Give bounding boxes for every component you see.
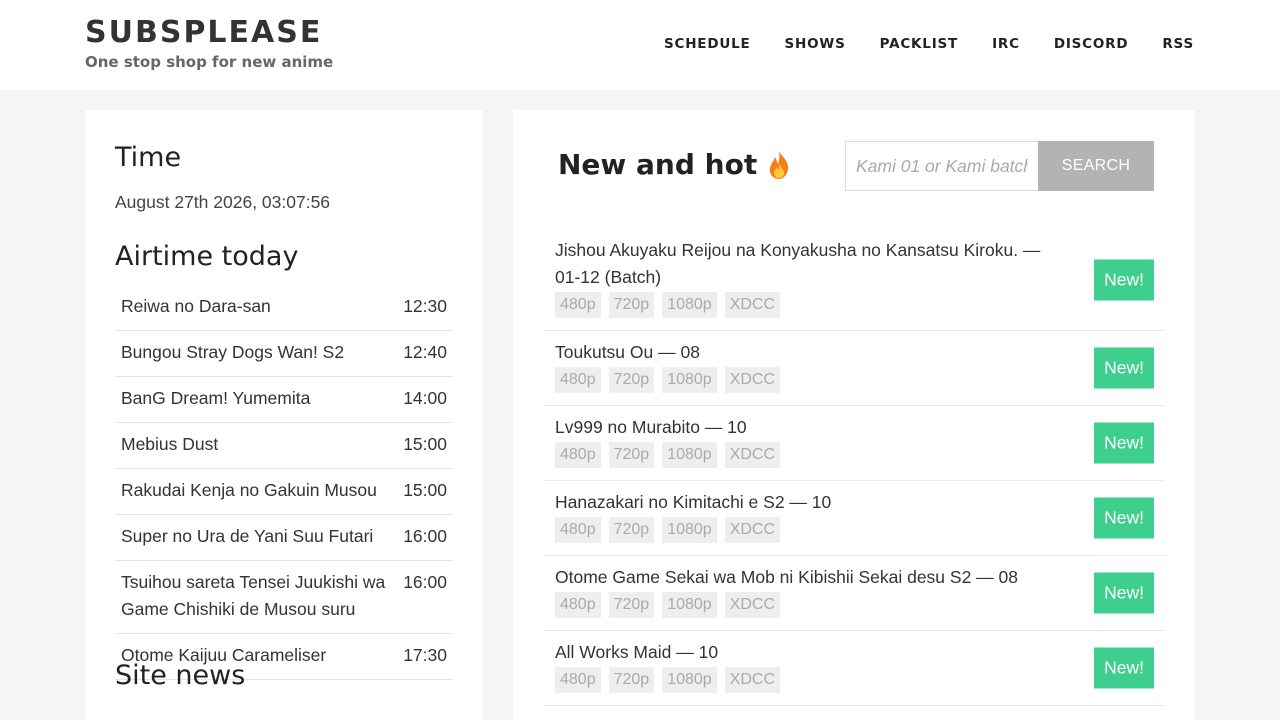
site-header: SUBSPLEASE One stop shop for new anime S… — [0, 0, 1280, 90]
airtime-time: 12:40 — [403, 342, 447, 362]
airtime-heading: Airtime today — [115, 241, 299, 272]
airtime-row[interactable]: BanG Dream! Yumemita 14:00 — [115, 377, 453, 423]
new-badge: New! — [1094, 259, 1154, 300]
release-title[interactable]: Jishou Akuyaku Reijou na Konyakusha no K… — [555, 237, 1055, 291]
quality-720p-link[interactable]: 720p — [608, 292, 655, 318]
nav-packlist[interactable]: PACKLIST — [880, 36, 958, 52]
site-news-heading: Site news — [115, 660, 246, 691]
nav-rss[interactable]: RSS — [1162, 36, 1194, 52]
release-item: Lv999 no Murabito — 10 480p 720p 1080p X… — [543, 406, 1165, 481]
fire-icon — [770, 150, 789, 179]
release-title[interactable]: Hanazakari no Kimitachi e S2 — 10 — [555, 489, 1055, 516]
airtime-row[interactable]: Bungou Stray Dogs Wan! S2 12:40 — [115, 331, 453, 377]
quality-1080p-link[interactable]: 1080p — [662, 292, 717, 318]
quality-480p-link[interactable]: 480p — [555, 592, 601, 618]
new-badge: New! — [1094, 497, 1154, 539]
quality-1080p-link[interactable]: 1080p — [662, 367, 717, 393]
new-and-hot-heading: New and hot — [558, 148, 793, 181]
search-input[interactable] — [845, 141, 1039, 191]
quality-links: 480p 720p 1080p XDCC — [555, 592, 1153, 618]
release-item: Toukutsu Ou — 08 480p 720p 1080p XDCC Ne… — [543, 331, 1165, 406]
nav-schedule[interactable]: SCHEDULE — [664, 36, 751, 52]
new-badge: New! — [1094, 422, 1154, 464]
airtime-time: 16:00 — [403, 526, 447, 546]
release-title[interactable]: All Works Maid — 10 — [555, 639, 1055, 666]
nav-shows[interactable]: SHOWS — [785, 36, 846, 52]
airtime-row[interactable]: Super no Ura de Yani Suu Futari 16:00 — [115, 515, 453, 561]
new-badge: New! — [1094, 347, 1154, 389]
quality-480p-link[interactable]: 480p — [555, 667, 601, 693]
site-title[interactable]: SUBSPLEASE — [85, 14, 333, 52]
xdcc-link[interactable]: XDCC — [724, 592, 781, 618]
airtime-list: Reiwa no Dara-san 12:30 Bungou Stray Dog… — [115, 285, 453, 680]
quality-480p-link[interactable]: 480p — [555, 292, 601, 318]
release-item: Otome Game Sekai wa Mob ni Kibishii Seka… — [543, 556, 1165, 631]
quality-links: 480p 720p 1080p XDCC — [555, 517, 1153, 543]
xdcc-link[interactable]: XDCC — [724, 292, 781, 318]
airtime-time: 16:00 — [403, 572, 447, 592]
search-button[interactable]: SEARCH — [1038, 141, 1154, 191]
release-title[interactable]: Otome Game Sekai wa Mob ni Kibishii Seka… — [555, 564, 1055, 591]
airtime-time: 15:00 — [403, 434, 447, 454]
airtime-time: 17:30 — [403, 645, 447, 665]
sidebar-card: Time August 27th 2026, 03:07:56 Airtime … — [85, 110, 483, 720]
airtime-row[interactable]: Reiwa no Dara-san 12:30 — [115, 285, 453, 331]
quality-720p-link[interactable]: 720p — [608, 667, 655, 693]
quality-720p-link[interactable]: 720p — [608, 517, 655, 543]
airtime-time: 12:30 — [403, 296, 447, 316]
quality-1080p-link[interactable]: 1080p — [662, 442, 717, 468]
release-title[interactable]: Toukutsu Ou — 08 — [555, 339, 1055, 366]
airtime-show-name[interactable]: BanG Dream! Yumemita — [121, 385, 391, 412]
new-badge: New! — [1094, 647, 1154, 689]
quality-1080p-link[interactable]: 1080p — [662, 667, 717, 693]
release-list: Jishou Akuyaku Reijou na Konyakusha no K… — [543, 229, 1165, 706]
airtime-show-name[interactable]: Reiwa no Dara-san — [121, 293, 391, 320]
quality-720p-link[interactable]: 720p — [608, 367, 655, 393]
quality-720p-link[interactable]: 720p — [608, 592, 655, 618]
airtime-show-name[interactable]: Super no Ura de Yani Suu Futari — [121, 523, 391, 550]
main-nav: SCHEDULE SHOWS PACKLIST IRC DISCORD RSS — [630, 36, 1194, 52]
release-item: Jishou Akuyaku Reijou na Konyakusha no K… — [543, 229, 1165, 331]
airtime-row[interactable]: Tsuihou sareta Tensei Juukishi wa Game C… — [115, 561, 453, 634]
current-time: August 27th 2026, 03:07:56 — [115, 192, 331, 212]
nav-discord[interactable]: DISCORD — [1054, 36, 1129, 52]
airtime-row[interactable]: Mebius Dust 15:00 — [115, 423, 453, 469]
airtime-show-name[interactable]: Rakudai Kenja no Gakuin Musou — [121, 477, 391, 504]
quality-1080p-link[interactable]: 1080p — [662, 517, 717, 543]
quality-480p-link[interactable]: 480p — [555, 517, 601, 543]
airtime-show-name[interactable]: Tsuihou sareta Tensei Juukishi wa Game C… — [121, 569, 391, 623]
site-tagline: One stop shop for new anime — [85, 53, 334, 71]
xdcc-link[interactable]: XDCC — [724, 442, 781, 468]
brand[interactable]: SUBSPLEASE One stop shop for new anime — [85, 14, 333, 71]
airtime-time: 14:00 — [403, 388, 447, 408]
xdcc-link[interactable]: XDCC — [724, 367, 781, 393]
release-item: Hanazakari no Kimitachi e S2 — 10 480p 7… — [543, 481, 1165, 556]
quality-480p-link[interactable]: 480p — [555, 442, 601, 468]
airtime-show-name[interactable]: Bungou Stray Dogs Wan! S2 — [121, 339, 391, 366]
new-badge: New! — [1094, 572, 1154, 614]
new-and-hot-card: New and hot SEARCH Jishou Akuyaku Reijou… — [513, 110, 1195, 720]
airtime-time: 15:00 — [403, 480, 447, 500]
quality-links: 480p 720p 1080p XDCC — [555, 442, 1153, 468]
quality-1080p-link[interactable]: 1080p — [662, 592, 717, 618]
quality-480p-link[interactable]: 480p — [555, 367, 601, 393]
airtime-show-name[interactable]: Mebius Dust — [121, 431, 391, 458]
nav-irc[interactable]: IRC — [992, 36, 1020, 52]
xdcc-link[interactable]: XDCC — [724, 667, 781, 693]
airtime-row[interactable]: Rakudai Kenja no Gakuin Musou 15:00 — [115, 469, 453, 515]
quality-links: 480p 720p 1080p XDCC — [555, 367, 1153, 393]
quality-links: 480p 720p 1080p XDCC — [555, 292, 1153, 318]
quality-720p-link[interactable]: 720p — [608, 442, 655, 468]
release-item: All Works Maid — 10 480p 720p 1080p XDCC… — [543, 631, 1165, 706]
new-and-hot-label: New and hot — [558, 148, 758, 181]
release-title[interactable]: Lv999 no Murabito — 10 — [555, 414, 1055, 441]
quality-links: 480p 720p 1080p XDCC — [555, 667, 1153, 693]
time-heading: Time — [115, 142, 182, 173]
xdcc-link[interactable]: XDCC — [724, 517, 781, 543]
